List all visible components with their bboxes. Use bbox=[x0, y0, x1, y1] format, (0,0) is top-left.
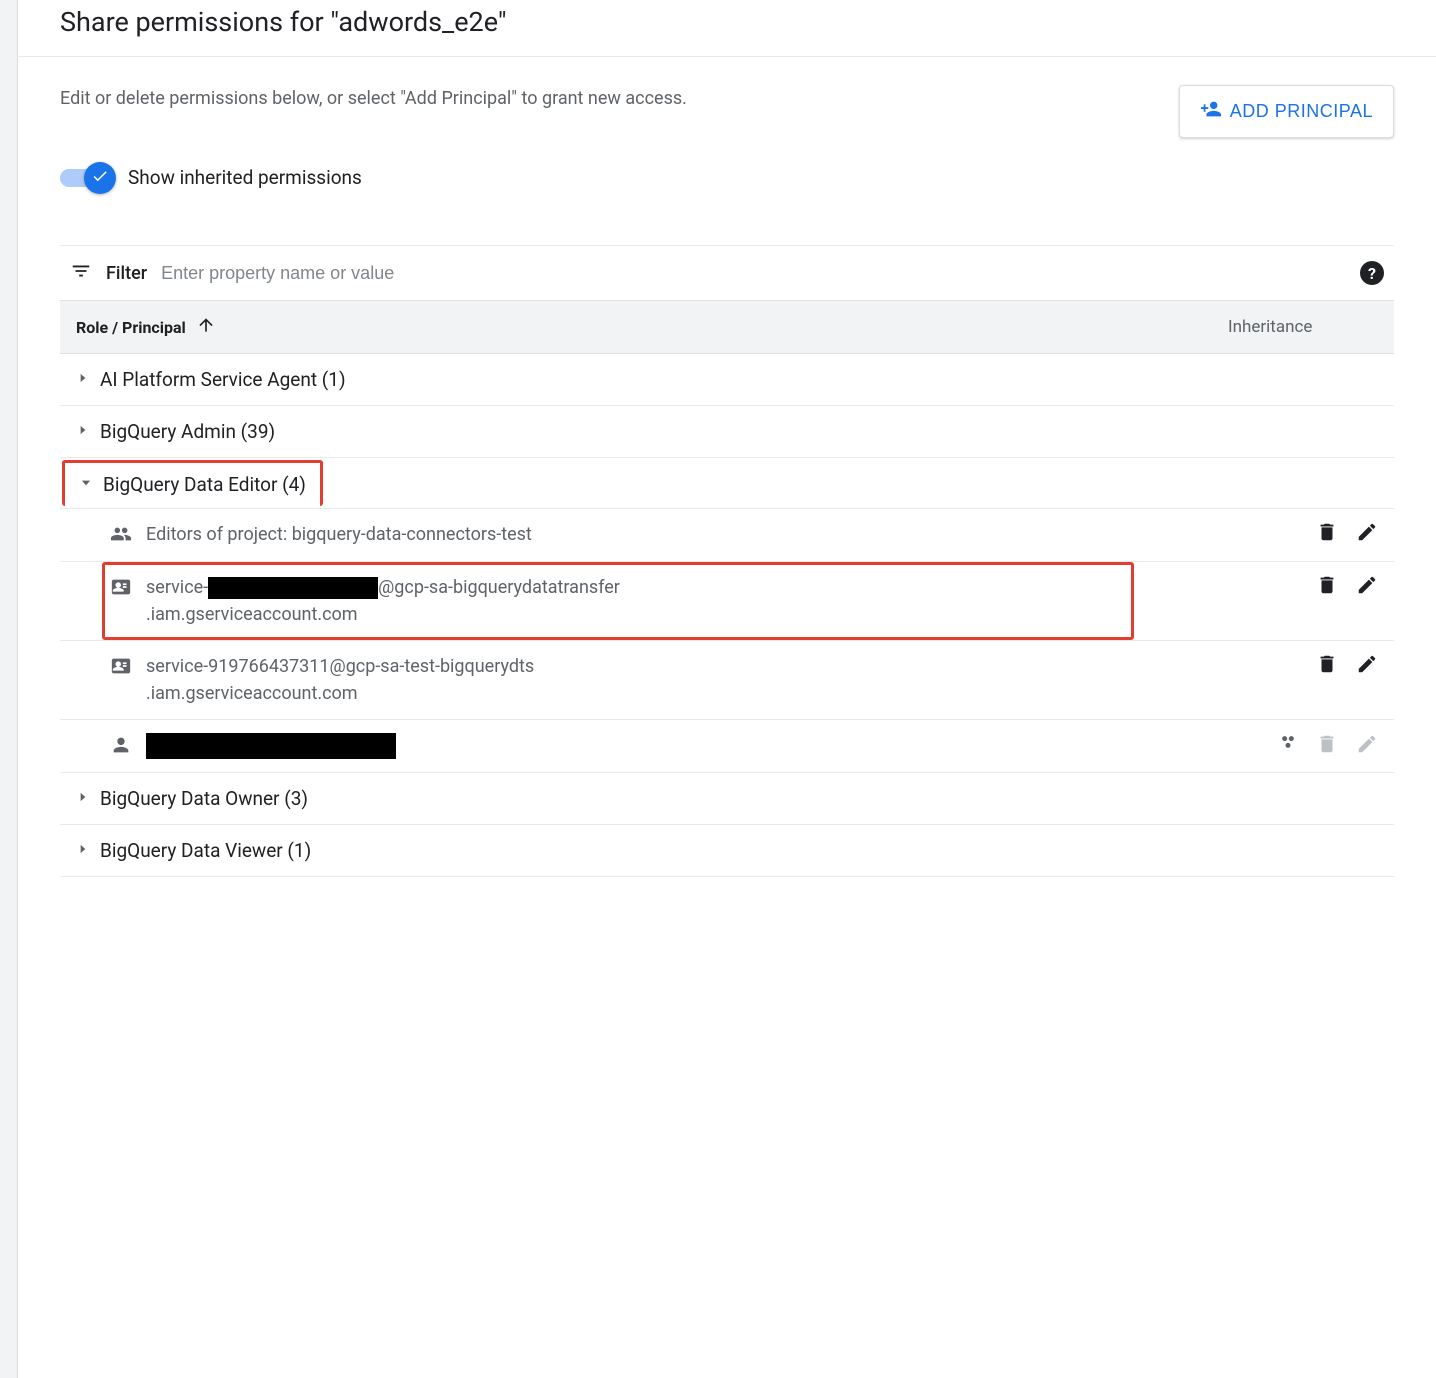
user-icon bbox=[110, 732, 134, 760]
role-row[interactable]: BigQuery Data Editor (4) bbox=[62, 460, 323, 506]
table-header: Role / Principal Inheritance bbox=[60, 300, 1394, 354]
principal-text: service-919766437311@gcp-sa-test-bigquer… bbox=[146, 653, 1304, 707]
redacted-block bbox=[208, 577, 378, 599]
add-principal-button[interactable]: ADD PRINCIPAL bbox=[1179, 85, 1394, 138]
service-account-icon bbox=[110, 653, 134, 681]
principal-row: Editors of project: bigquery-data-connec… bbox=[60, 509, 1394, 562]
delete-button bbox=[1316, 733, 1338, 755]
arrow-upward-icon bbox=[196, 315, 216, 339]
delete-button[interactable] bbox=[1316, 574, 1338, 596]
panel-header: Share permissions for "adwords_e2e" bbox=[18, 0, 1436, 57]
description-text: Edit or delete permissions below, or sel… bbox=[60, 85, 1159, 112]
role-row[interactable]: AI Platform Service Agent (1) bbox=[60, 354, 1394, 406]
chevron-right-icon bbox=[76, 789, 90, 808]
group-icon bbox=[110, 521, 134, 549]
chevron-right-icon bbox=[76, 841, 90, 860]
column-role-principal[interactable]: Role / Principal bbox=[76, 315, 1228, 339]
inherited-permissions-toggle[interactable] bbox=[60, 169, 112, 187]
redacted-block bbox=[146, 733, 396, 759]
principal-row: service-919766437311@gcp-sa-test-bigquer… bbox=[60, 641, 1394, 720]
check-icon bbox=[91, 167, 109, 189]
filter-input[interactable] bbox=[161, 263, 1346, 284]
role-name: BigQuery Admin (39) bbox=[100, 420, 275, 443]
delete-button[interactable] bbox=[1316, 521, 1338, 543]
edit-button[interactable] bbox=[1356, 521, 1378, 543]
edit-button[interactable] bbox=[1356, 574, 1378, 596]
toggle-label: Show inherited permissions bbox=[128, 166, 362, 189]
role-row[interactable]: BigQuery Data Owner (3) bbox=[60, 773, 1394, 825]
principal-text: Editors of project: bigquery-data-connec… bbox=[146, 521, 1304, 548]
role-name: BigQuery Data Viewer (1) bbox=[100, 839, 311, 862]
inheritance-icon bbox=[1278, 732, 1298, 756]
help-icon[interactable]: ? bbox=[1360, 261, 1384, 285]
role-row[interactable]: BigQuery Data Viewer (1) bbox=[60, 825, 1394, 877]
column-inheritance[interactable]: Inheritance bbox=[1228, 317, 1378, 337]
chevron-right-icon bbox=[76, 370, 90, 389]
chevron-right-icon bbox=[76, 422, 90, 441]
add-principal-label: ADD PRINCIPAL bbox=[1230, 101, 1373, 122]
principal-row: service-@gcp-sa-bigquerydatatransfer.iam… bbox=[60, 562, 1394, 641]
chevron-down-icon bbox=[79, 475, 93, 494]
role-name: AI Platform Service Agent (1) bbox=[100, 368, 346, 391]
delete-button[interactable] bbox=[1316, 653, 1338, 675]
edit-button[interactable] bbox=[1356, 653, 1378, 675]
person-add-icon bbox=[1200, 98, 1222, 125]
role-name: BigQuery Data Editor (4) bbox=[103, 473, 306, 496]
role-row[interactable]: BigQuery Admin (39) bbox=[60, 406, 1394, 458]
filter-icon bbox=[70, 260, 92, 286]
page-title: Share permissions for "adwords_e2e" bbox=[60, 6, 1394, 38]
principal-text: service-@gcp-sa-bigquerydatatransfer.iam… bbox=[146, 574, 1304, 628]
edit-button bbox=[1356, 733, 1378, 755]
principal-row bbox=[60, 720, 1394, 773]
filter-label: Filter bbox=[106, 263, 147, 284]
principal-text bbox=[146, 732, 1266, 759]
role-name: BigQuery Data Owner (3) bbox=[100, 787, 308, 810]
service-account-icon bbox=[110, 574, 134, 602]
